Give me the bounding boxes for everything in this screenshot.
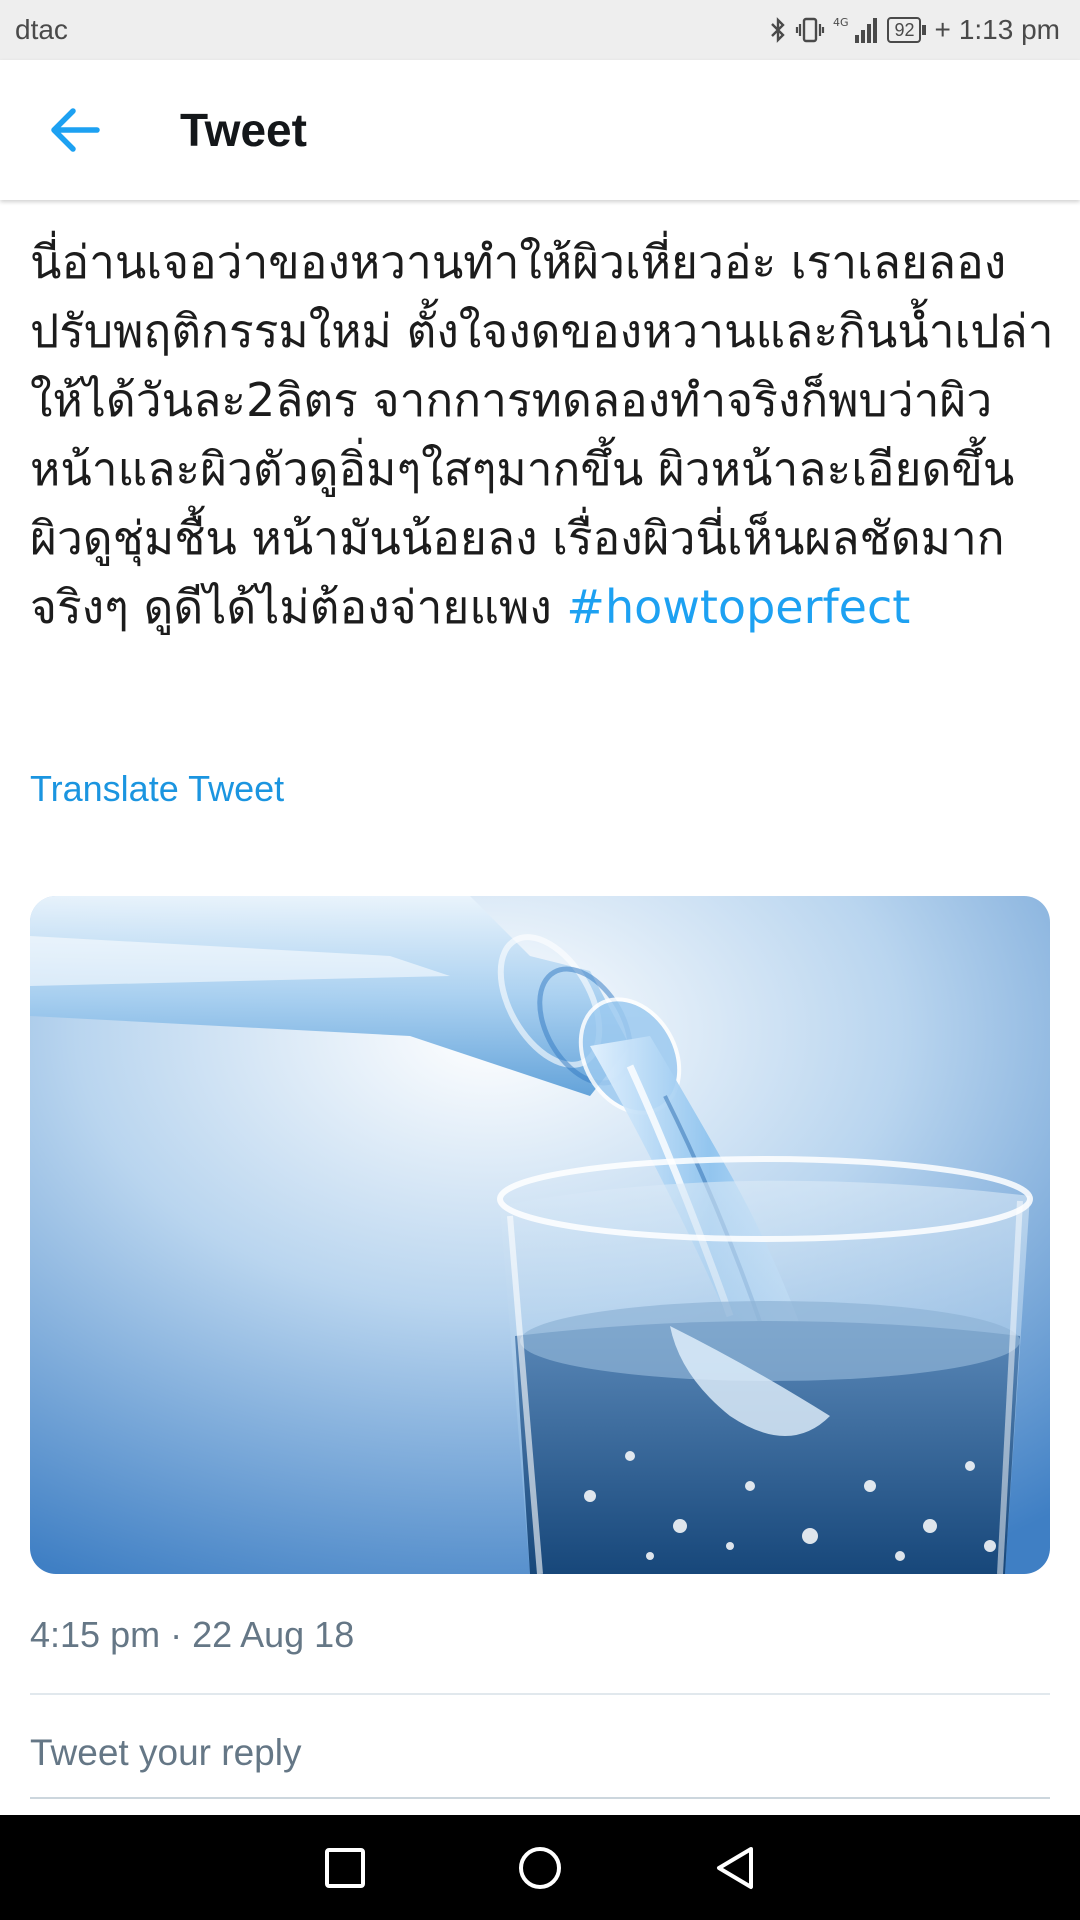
tweet-text: นี่อ่านเจอว่าของหวานทำให้ผิวเหี่ยวอ่ะ เร… [30,228,1060,642]
signal-icon: 4G [833,15,879,45]
recents-button[interactable] [310,1833,380,1903]
status-time: 1:13 pm [958,14,1060,45]
battery-icon: 92 [887,17,927,43]
tweet-body: นี่อ่านเจอว่าของหวานทำให้ผิวเหี่ยวอ่ะ เร… [30,235,1054,634]
back-button[interactable] [0,60,150,200]
hashtag-link[interactable]: #howtoperfect [566,580,910,634]
app-bar: Tweet [0,60,1080,200]
system-back-button[interactable] [700,1833,770,1903]
home-circle-icon [519,1846,561,1889]
system-nav-bar [0,1815,1080,1920]
tweet-timestamp: 4:15 pm · 22 Aug 18 [30,1614,355,1655]
divider [30,1797,1050,1799]
back-triangle-icon [717,1846,753,1889]
bluetooth-icon [769,16,787,44]
page-title: Tweet [180,104,307,156]
arrow-left-icon [51,108,100,152]
battery-level: 92 [887,17,922,43]
status-bar: dtac 4G 92 + 1:13 pm [0,0,1080,60]
status-icons: 4G 92 + 1:13 pm [769,14,1060,46]
tweet-media-image[interactable] [30,896,1050,1574]
network-type-label: 4G [833,16,849,29]
vibrate-icon [795,16,825,44]
recents-square-icon [325,1847,365,1888]
charging-plus-icon: + [934,14,951,45]
carrier-name: dtac [15,14,68,45]
translate-tweet-link[interactable]: Translate Tweet [30,768,284,810]
reply-input[interactable]: Tweet your reply [30,1732,1050,1774]
home-button[interactable] [505,1833,575,1903]
divider [30,1693,1050,1695]
